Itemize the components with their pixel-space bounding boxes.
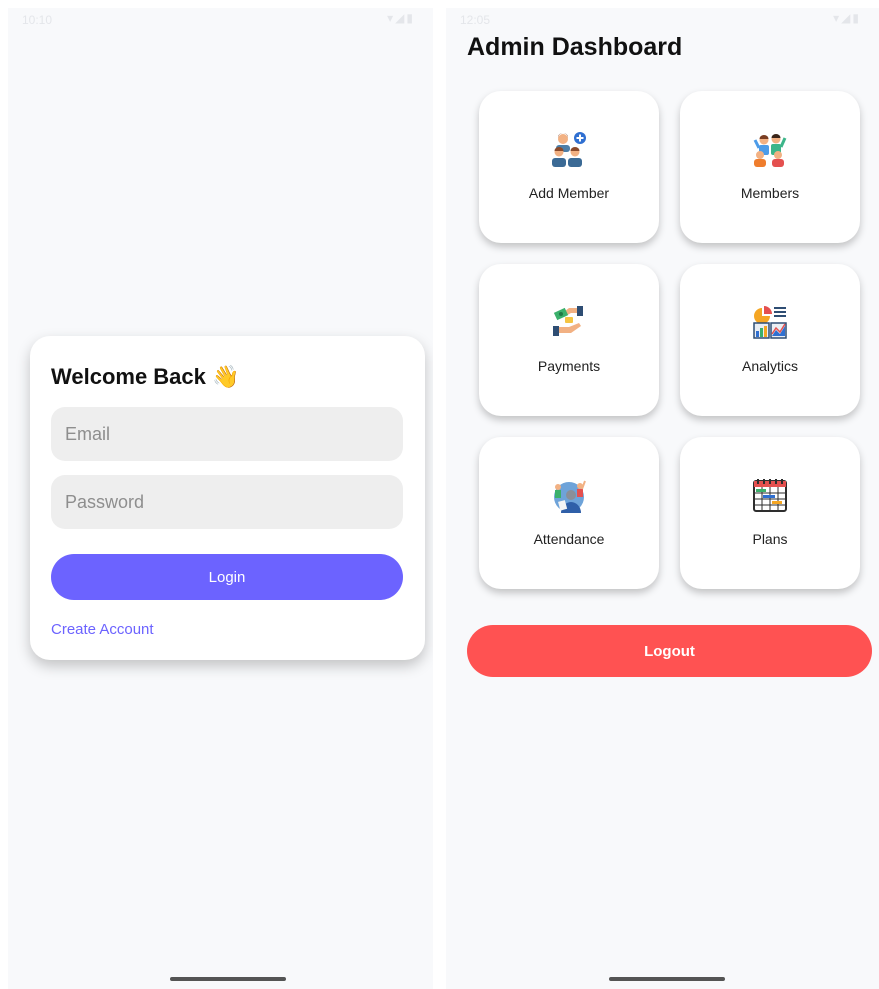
status-bar: 12:05 ▾◢▮ (446, 8, 879, 32)
tile-payments[interactable]: Payments (479, 264, 659, 416)
status-bar: 10:10 ▾◢▮ (8, 8, 433, 32)
create-account-link[interactable]: Create Account (51, 621, 154, 638)
members-icon (753, 134, 787, 167)
login-screen: 10:10 ▾◢▮ Welcome Back 👋 Login Create Ac… (8, 8, 433, 989)
logout-button[interactable]: Logout (467, 625, 872, 677)
tile-plans[interactable]: Plans (680, 437, 860, 589)
status-icons: ▾◢▮ (833, 11, 861, 25)
dashboard-screen: 12:05 ▾◢▮ Admin Dashboard Add Member Mem… (446, 8, 879, 989)
email-field[interactable] (51, 407, 403, 461)
plans-icon (753, 479, 787, 512)
tile-label: Members (740, 185, 800, 201)
gesture-nav-bar[interactable] (170, 977, 286, 981)
page-title: Admin Dashboard (467, 33, 683, 61)
password-field[interactable] (51, 475, 403, 529)
payments-icon (553, 306, 583, 336)
attendance-icon (554, 480, 586, 513)
status-time: 12:05 (460, 13, 491, 27)
analytics-icon (753, 306, 787, 339)
login-title: Welcome Back 👋 (51, 364, 240, 389)
tile-label: Payments (537, 358, 601, 374)
tile-members[interactable]: Members (680, 91, 860, 243)
tile-label: Attendance (533, 531, 605, 547)
status-icons: ▾◢▮ (387, 11, 415, 25)
tile-label: Analytics (741, 358, 799, 374)
tile-label: Plans (752, 531, 788, 547)
status-time: 10:10 (22, 13, 53, 27)
login-button[interactable]: Login (51, 554, 403, 600)
add-member-icon (552, 132, 586, 167)
tile-label: Add Member (528, 185, 610, 201)
gesture-nav-bar[interactable] (609, 977, 725, 981)
tile-attendance[interactable]: Attendance (479, 437, 659, 589)
login-card: Welcome Back 👋 Login Create Account (30, 336, 425, 660)
tile-analytics[interactable]: Analytics (680, 264, 860, 416)
tile-add-member[interactable]: Add Member (479, 91, 659, 243)
